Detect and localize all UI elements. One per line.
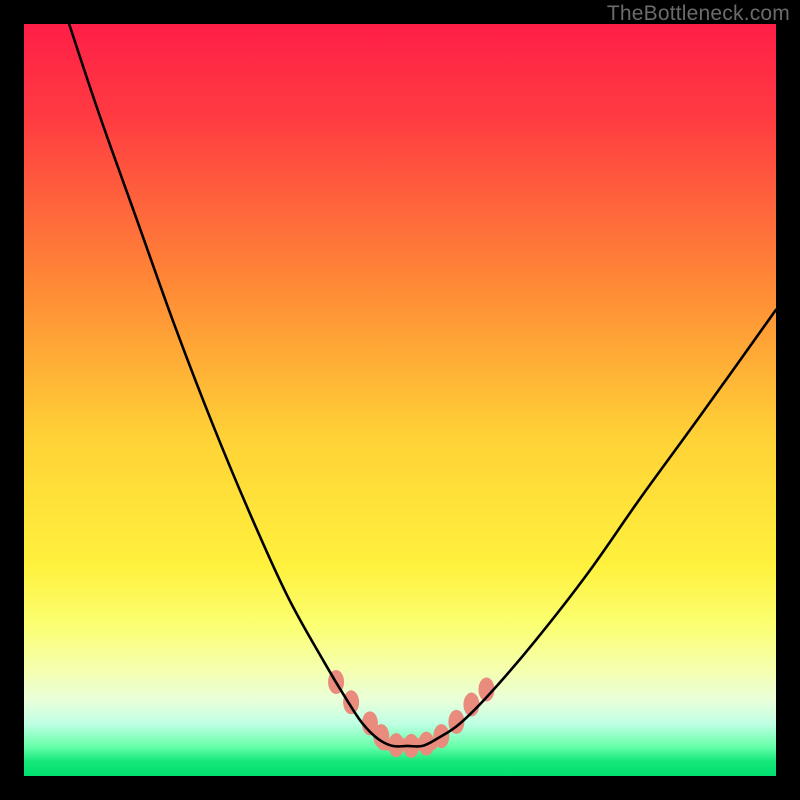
chart-marker (343, 690, 359, 714)
chart-plot-area (24, 24, 776, 776)
chart-curve (69, 24, 776, 747)
chart-svg (24, 24, 776, 776)
watermark-text: TheBottleneck.com (607, 2, 790, 26)
